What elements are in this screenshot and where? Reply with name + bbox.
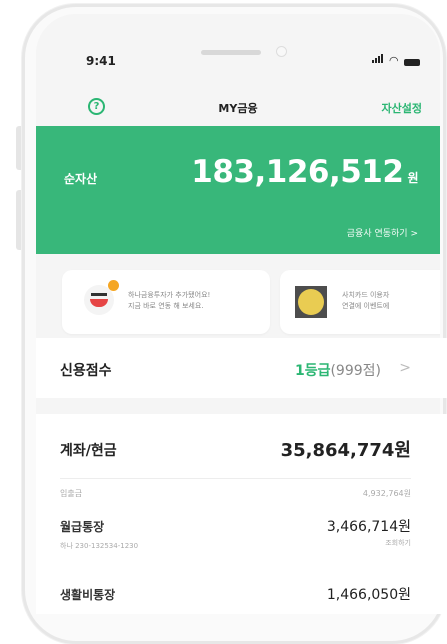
net-asset-number: 183,126,512: [191, 154, 404, 190]
banner-line-1: 하나금융투자가 추가됐어요!: [128, 291, 211, 299]
divider: [60, 478, 411, 479]
credit-points: (999점): [330, 363, 381, 379]
emoji-face-icon: [298, 289, 324, 315]
status-time: 9:41: [86, 54, 116, 68]
banner-card[interactable]: 하나금융투자가 추가됐어요! 지금 바로 연동 해 보세요.: [62, 270, 270, 334]
account-item[interactable]: 월급통장 하나 230-132534-1230 3,466,714원 조회하기: [60, 518, 411, 551]
account-amount: 3,466,714원: [326, 519, 411, 535]
net-asset-card[interactable]: 순자산 183,126,512 원 금융사 연동하기 >: [36, 126, 440, 254]
signal-icon: [372, 54, 384, 66]
camera-icon: [276, 46, 287, 57]
net-asset-label: 순자산: [64, 172, 98, 186]
credit-score-value: 1등급(999점): [295, 360, 381, 380]
deposit-total: 4,932,764원: [362, 489, 411, 498]
top-nav: ? MY금융 자산설정: [36, 92, 440, 122]
account-view-link[interactable]: 조회하기: [385, 538, 411, 548]
accounts-total: 35,864,774원: [280, 440, 411, 461]
chevron-right-icon: >: [399, 360, 411, 376]
banner-carousel[interactable]: 하나금융투자가 추가됐어요! 지금 바로 연동 해 보세요. 사치카드 이용자 …: [62, 270, 440, 334]
accounts-label: 계좌/현금: [60, 443, 117, 459]
status-icons: ◠: [372, 54, 420, 66]
credit-score-label: 신용점수: [60, 363, 112, 379]
deposit-label: 입출금: [60, 489, 83, 498]
connect-institution-link[interactable]: 금융사 연동하기 >: [347, 226, 418, 239]
face-mouth: [90, 299, 108, 307]
battery-icon: [403, 59, 420, 66]
account-amount: 1,466,050원: [326, 587, 411, 603]
credit-grade: 1등급: [294, 363, 331, 379]
notification-badge: [108, 280, 119, 291]
banner-card[interactable]: 사치카드 이용자 연결에 이벤트에: [280, 270, 440, 334]
banner-image: [295, 286, 327, 318]
account-number: 하나 230-132534-1230: [60, 542, 139, 550]
net-asset-amount: 183,126,512 원: [191, 154, 418, 190]
account-item[interactable]: 생활비통장 1,466,050원: [60, 586, 411, 603]
accounts-section: 계좌/현금 35,864,774원 입출금 4,932,764원 월급통장 하나…: [36, 414, 447, 614]
page-title: MY금융: [218, 102, 258, 115]
banner-text: 사치카드 이용자 연결에 이벤트에: [342, 290, 389, 312]
banner-text: 하나금융투자가 추가됐어요! 지금 바로 연동 해 보세요.: [128, 290, 210, 312]
credit-score-row[interactable]: 신용점수 1등급(999점) >: [36, 338, 447, 398]
asset-settings-link[interactable]: 자산설정: [382, 100, 422, 116]
deposit-summary-row: 입출금 4,932,764원: [60, 488, 411, 499]
speaker-notch: [201, 50, 261, 55]
banner-line-2: 지금 바로 연동 해 보세요.: [128, 302, 204, 310]
wifi-icon: ◠: [389, 54, 399, 67]
banner-line-2: 연결에 이벤트에: [342, 302, 390, 310]
net-asset-unit: 원: [407, 171, 418, 185]
status-bar: 9:41 ◠: [36, 14, 440, 74]
banner-line-1: 사치카드 이용자: [342, 291, 390, 299]
